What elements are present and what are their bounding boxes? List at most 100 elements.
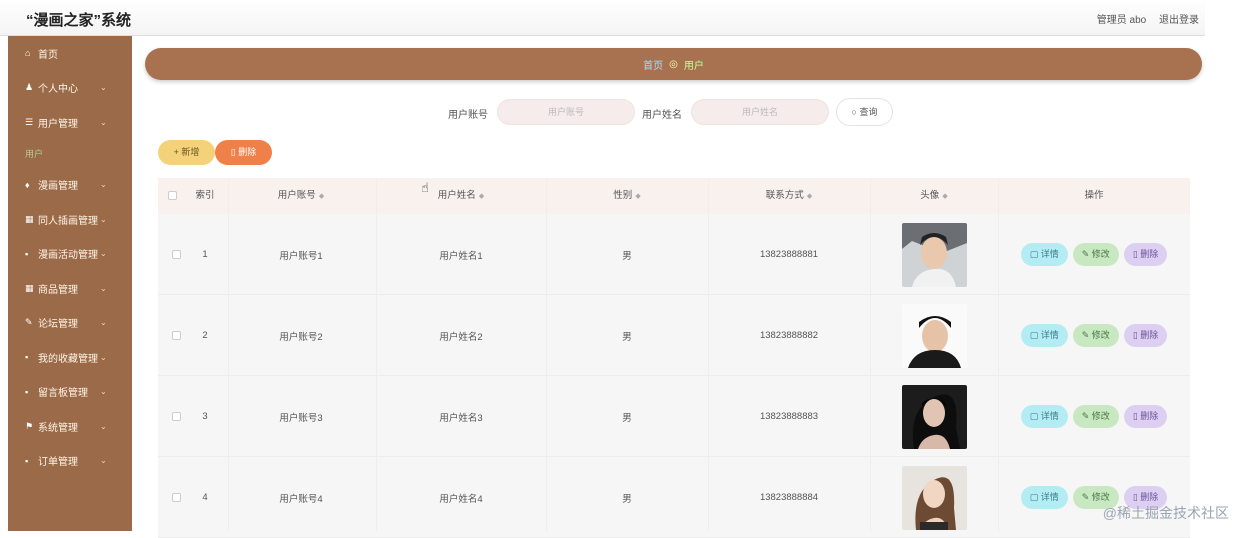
delete-button[interactable]: ▯ 删除 — [1124, 405, 1167, 428]
sort-icon: ◆ — [807, 193, 812, 200]
avatar[interactable] — [902, 466, 967, 530]
sidebar-item[interactable]: ⚑系统管理⌄ — [8, 409, 132, 444]
cell-operations: ▢ 详情✎ 修改▯ 删除 — [998, 295, 1190, 376]
add-button[interactable]: + 新增 — [158, 140, 215, 165]
header-gender[interactable]: 性别◆ — [546, 178, 708, 214]
sidebar-item-label: 我的收藏管理 — [38, 350, 98, 365]
sidebar-item[interactable]: ▦同人插画管理⌄ — [8, 202, 132, 237]
grid-icon: ▪ — [25, 387, 38, 397]
sidebar-item[interactable]: ▪我的收藏管理⌄ — [8, 340, 132, 375]
cell-gender: 男 — [546, 295, 708, 376]
pen-icon: ✎ — [25, 317, 38, 328]
cell-name: 用户姓名1 — [376, 214, 546, 295]
detail-button[interactable]: ▢ 详情 — [1021, 324, 1068, 347]
row-select-cell — [168, 457, 184, 538]
column-divider — [546, 178, 547, 531]
sidebar-item-label: 商品管理 — [38, 281, 78, 296]
header-avatar-label: 头像 — [920, 190, 939, 201]
row-select-cell — [168, 295, 184, 376]
header-phone[interactable]: 联系方式◆ — [708, 178, 870, 214]
image-icon: ▦ — [25, 214, 38, 225]
cell-gender: 男 — [546, 214, 708, 295]
query-button[interactable]: ○ 查询 — [836, 98, 893, 126]
select-all-checkbox[interactable] — [168, 191, 177, 200]
sidebar-item[interactable]: ▪订单管理⌄ — [8, 444, 132, 479]
row-checkbox[interactable] — [172, 412, 181, 421]
delete-label: 删除 — [1140, 492, 1158, 502]
cell-operations: ▢ 详情✎ 修改▯ 删除 — [998, 457, 1190, 538]
account-label: 用户账号 — [448, 106, 488, 121]
row-checkbox[interactable] — [172, 250, 181, 259]
hand-cursor-icon: ☝ — [421, 180, 429, 196]
detail-label: 详情 — [1041, 249, 1059, 259]
header-operations: 操作 — [998, 178, 1190, 214]
sidebar-subitem-users[interactable]: 用户 — [8, 140, 132, 168]
pencil-icon: ✎ — [1082, 411, 1092, 421]
detail-label: 详情 — [1041, 492, 1059, 502]
sidebar-item[interactable]: ♦漫画管理⌄ — [8, 168, 132, 203]
cell-phone: 13823888881 — [708, 214, 870, 295]
search-row: 用户账号 用户账号 用户姓名 用户姓名 ○ 查询 — [0, 98, 1237, 126]
edit-label: 修改 — [1092, 492, 1110, 502]
row-select-cell — [168, 376, 184, 457]
row-checkbox[interactable] — [172, 493, 181, 502]
sidebar-item-label: 留言板管理 — [38, 384, 88, 399]
sidebar-item-label: 论坛管理 — [38, 315, 78, 330]
cell-index: 3 — [188, 376, 222, 457]
batch-delete-label: 删除 — [238, 147, 256, 157]
grid-icon: ▪ — [25, 352, 38, 362]
breadcrumb-home[interactable]: 首页 — [643, 57, 663, 72]
top-right: 管理员 abo 退出登录 — [1087, 11, 1199, 26]
sidebar-item[interactable]: ▪留言板管理 ⌄ — [8, 375, 132, 410]
header-phone-label: 联系方式 — [766, 190, 804, 201]
select-all-cell — [168, 178, 184, 214]
header-name[interactable]: 用户姓名◆ — [376, 178, 546, 214]
edit-label: 修改 — [1092, 249, 1110, 259]
cell-gender: 男 — [546, 376, 708, 457]
cell-operations: ▢ 详情✎ 修改▯ 删除 — [998, 376, 1190, 457]
document-icon: ▢ — [1030, 492, 1041, 502]
sidebar-item[interactable]: ▦商品管理⌄ — [8, 271, 132, 306]
chevron-down-icon: ⌄ — [100, 387, 107, 396]
avatar[interactable] — [902, 385, 967, 449]
delete-label: 删除 — [1140, 411, 1158, 421]
document-icon: ▢ — [1030, 411, 1041, 421]
edit-button[interactable]: ✎ 修改 — [1073, 243, 1119, 266]
header-avatar[interactable]: 头像◆ — [870, 178, 998, 214]
sidebar-item[interactable]: ▪漫画活动管理⌄ — [8, 237, 132, 272]
cell-avatar — [870, 295, 998, 376]
flag-icon: ⚑ — [25, 421, 38, 432]
logout-link[interactable]: 退出登录 — [1159, 15, 1199, 26]
header-account[interactable]: 用户账号◆ — [228, 178, 374, 214]
chevron-down-icon: ⌄ — [100, 83, 107, 92]
batch-delete-button[interactable]: ▯ 删除 — [215, 140, 272, 165]
edit-button[interactable]: ✎ 修改 — [1073, 324, 1119, 347]
sidebar-item[interactable]: ⌂首页 — [8, 36, 132, 71]
user-table: 索引 用户账号◆ 用户姓名◆ 性别◆ 联系方式◆ 头像◆ 操作 1用户账号1用户… — [158, 178, 1190, 531]
top-bar: “漫画之家”系统 管理员 abo 退出登录 — [0, 0, 1205, 36]
avatar[interactable] — [902, 304, 967, 368]
name-search-input[interactable]: 用户姓名 — [691, 99, 829, 125]
breadcrumb-current: 用户 — [684, 57, 704, 72]
table-row: 2用户账号2用户姓名2男13823888882▢ 详情✎ 修改▯ 删除 — [158, 295, 1190, 376]
delete-button[interactable]: ▯ 删除 — [1124, 243, 1167, 266]
sidebar-item[interactable]: ✎论坛管理⌄ — [8, 306, 132, 341]
detail-button[interactable]: ▢ 详情 — [1021, 405, 1068, 428]
cell-account: 用户账号2 — [228, 295, 374, 376]
detail-button[interactable]: ▢ 详情 — [1021, 243, 1068, 266]
cell-account: 用户账号1 — [228, 214, 374, 295]
grid-icon: ▦ — [25, 283, 38, 294]
table-header: 索引 用户账号◆ 用户姓名◆ 性别◆ 联系方式◆ 头像◆ 操作 — [158, 178, 1190, 214]
row-checkbox[interactable] — [172, 331, 181, 340]
cell-avatar — [870, 457, 998, 538]
chevron-down-icon: ⌄ — [100, 353, 107, 362]
admin-label: 管理员 abo — [1097, 15, 1146, 26]
delete-button[interactable]: ▯ 删除 — [1124, 324, 1167, 347]
sidebar-item-label: 系统管理 — [38, 419, 78, 434]
detail-button[interactable]: ▢ 详情 — [1021, 486, 1068, 509]
account-search-input[interactable]: 用户账号 — [497, 99, 635, 125]
edit-button[interactable]: ✎ 修改 — [1073, 405, 1119, 428]
chevron-down-icon: ⌄ — [100, 249, 107, 258]
cell-name: 用户姓名2 — [376, 295, 546, 376]
avatar[interactable] — [902, 223, 967, 287]
